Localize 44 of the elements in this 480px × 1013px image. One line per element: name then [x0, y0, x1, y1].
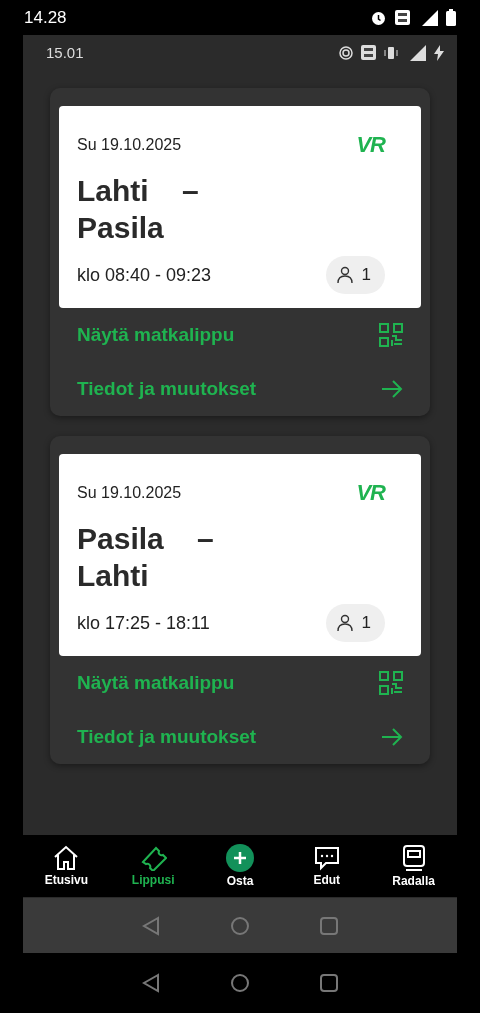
home-button-icon[interactable]: [230, 973, 250, 993]
status-time: 15.01: [46, 44, 84, 61]
passenger-number: 1: [361, 265, 371, 285]
back-icon[interactable]: [142, 915, 160, 936]
nav-tab[interactable]: Edut: [286, 845, 367, 887]
ticket-action-link[interactable]: Näytä matkalippu: [59, 656, 421, 710]
nav-tab[interactable]: Radalla: [373, 844, 454, 888]
travel-date: Su 19.10.2025: [77, 136, 182, 154]
arrow-right-icon: [381, 728, 403, 746]
person-icon: [335, 614, 354, 632]
chat-icon: [312, 845, 341, 871]
ticket-action-link[interactable]: Tiedot ja muutokset: [59, 710, 421, 764]
volte-icon: [361, 45, 376, 60]
nav-tab[interactable]: Lippusi: [113, 845, 194, 887]
travel-time: klo 08:40 - 09:23: [77, 264, 212, 286]
route-title: Lahti – Pasila: [77, 173, 200, 246]
ticket-action-link[interactable]: Tiedot ja muutokset: [59, 362, 421, 416]
home-button-icon[interactable]: [230, 915, 250, 936]
vibrate-icon: [384, 45, 398, 60]
vr-logo: VR: [356, 480, 385, 506]
recents-icon[interactable]: [320, 916, 338, 935]
passenger-number: 1: [361, 613, 371, 633]
plus-icon: [226, 844, 254, 872]
qr-code-icon: [379, 671, 403, 695]
back-icon[interactable]: [142, 973, 160, 993]
qr-code-icon: [379, 323, 403, 347]
hotspot-icon: [339, 45, 353, 60]
alarm-icon: [370, 9, 387, 26]
status-time: 14.28: [24, 7, 67, 28]
vr-logo: VR: [356, 132, 385, 158]
person-icon: [335, 266, 354, 284]
nav-tab[interactable]: Osta: [200, 844, 280, 888]
charging-icon: [434, 44, 444, 61]
nav-tab[interactable]: Etusivu: [26, 845, 107, 887]
train-icon: [400, 844, 427, 872]
ticket-action-link[interactable]: Näytä matkalippu: [59, 308, 421, 362]
ticket-icon: [139, 845, 168, 871]
route-title: Pasila – Lahti: [77, 521, 215, 594]
arrow-right-icon: [381, 380, 403, 398]
travel-date: Su 19.10.2025: [77, 484, 182, 502]
battery-icon: [446, 9, 456, 26]
travel-time: klo 17:25 - 18:11: [77, 612, 210, 634]
volte-icon: [395, 10, 410, 25]
recents-icon[interactable]: [320, 974, 338, 992]
